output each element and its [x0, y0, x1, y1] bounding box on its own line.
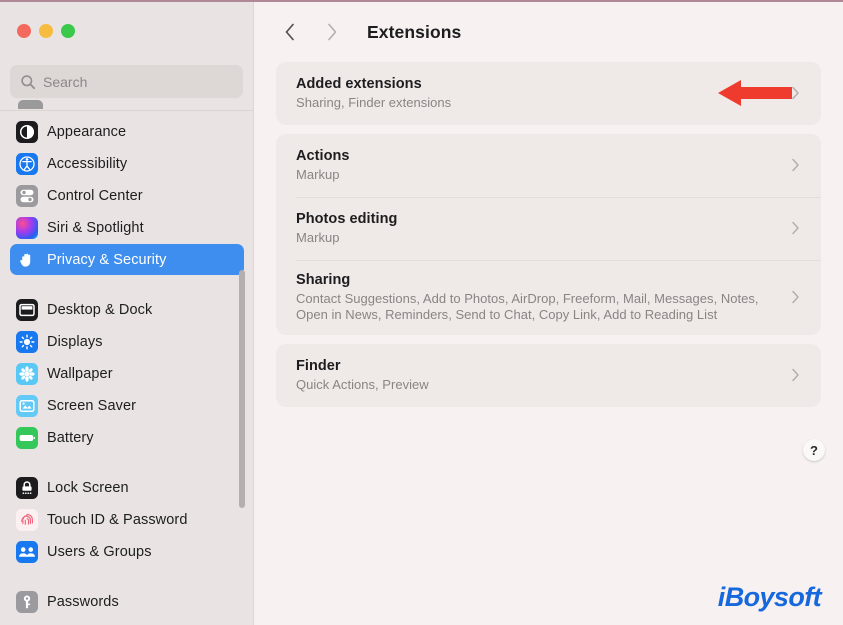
help-button[interactable]: ?: [803, 439, 825, 461]
sidebar-item-passwords[interactable]: Passwords: [10, 586, 244, 617]
row-actions[interactable]: Actions Markup: [276, 134, 821, 197]
sidebar-item-label: Privacy & Security: [47, 251, 167, 268]
row-subtitle: Markup: [296, 167, 340, 182]
row-texts: Sharing Contact Suggestions, Add to Phot…: [296, 271, 789, 323]
displays-icon: [16, 330, 38, 353]
page-title: Extensions: [367, 21, 462, 42]
privacy-icon: [16, 249, 38, 271]
appearance-icon: [16, 120, 38, 143]
row-texts: Finder Quick Actions, Preview: [296, 357, 789, 393]
sidebar-item-label: Wallpaper: [47, 365, 113, 382]
sidebar-nav-list: Appearance Accessibility Control Center …: [0, 111, 253, 617]
toolbar: Extensions: [254, 2, 843, 62]
sidebar-item-label: Appearance: [47, 123, 127, 140]
sidebar-item-label: Screen Saver: [47, 397, 137, 414]
sidebar-item-label: Users & Groups: [47, 543, 152, 560]
sidebar-item-screen-saver[interactable]: Screen Saver: [10, 390, 244, 421]
sidebar-item-privacy-security[interactable]: Privacy & Security: [10, 244, 244, 275]
close-button[interactable]: [17, 24, 31, 38]
sidebar-item-lock-screen[interactable]: Lock Screen: [10, 472, 244, 503]
control-center-icon: [16, 184, 38, 207]
search-icon: [21, 74, 36, 89]
wallpaper-icon: [16, 362, 38, 385]
passwords-icon: [16, 590, 38, 613]
chevron-right-icon[interactable]: [789, 86, 801, 100]
row-sharing[interactable]: Sharing Contact Suggestions, Add to Phot…: [276, 260, 821, 335]
sidebar-item-users-groups[interactable]: Users & Groups: [10, 536, 244, 567]
sidebar-item-displays[interactable]: Displays: [10, 326, 244, 357]
sidebar-item-control-center[interactable]: Control Center: [10, 180, 244, 211]
system-settings-window: Appearance Accessibility: [0, 0, 843, 625]
row-title: Photos editing: [296, 211, 398, 227]
settings-list: Added extensions Sharing, Finder extensi…: [254, 62, 843, 407]
sidebar-item-wallpaper[interactable]: Wallpaper: [10, 358, 244, 389]
users-groups-icon: [16, 540, 38, 563]
card-finder: Finder Quick Actions, Preview: [276, 344, 821, 407]
siri-icon: [16, 216, 38, 239]
sidebar-item-accessibility[interactable]: Accessibility: [10, 148, 244, 179]
chevron-left-icon: [285, 23, 294, 41]
window-controls: [17, 24, 75, 38]
main-content: Extensions Added extensions Sharing, Fin…: [254, 2, 843, 625]
row-added-extensions[interactable]: Added extensions Sharing, Finder extensi…: [276, 62, 821, 125]
sidebar-item-label: Displays: [47, 333, 103, 350]
sidebar-item-label: Siri & Spotlight: [47, 219, 144, 236]
row-subtitle: Sharing, Finder extensions: [296, 95, 452, 110]
row-texts: Photos editing Markup: [296, 210, 789, 246]
sidebar-item-siri-spotlight[interactable]: Siri & Spotlight: [10, 212, 244, 243]
sidebar-scrollbar[interactable]: [239, 270, 245, 508]
chevron-right-icon[interactable]: [789, 221, 801, 235]
minimize-button[interactable]: [39, 24, 53, 38]
chevron-right-icon[interactable]: [789, 368, 801, 382]
row-title: Finder: [296, 358, 341, 374]
row-title: Sharing: [296, 272, 351, 288]
screen-saver-icon: [16, 394, 38, 417]
sidebar-item-label: Passwords: [47, 593, 119, 610]
lock-screen-icon: [16, 476, 38, 499]
row-title: Actions: [296, 148, 350, 164]
help-icon: ?: [810, 442, 818, 458]
sidebar-item-label: Control Center: [47, 187, 143, 204]
sidebar-item-label: Battery: [47, 429, 94, 446]
touch-id-icon: [16, 508, 38, 531]
zoom-button[interactable]: [61, 24, 75, 38]
forward-button[interactable]: [318, 18, 346, 46]
desktop-dock-icon: [16, 298, 38, 321]
sidebar-item-battery[interactable]: Battery: [10, 422, 244, 453]
row-texts: Actions Markup: [296, 147, 789, 183]
search-field[interactable]: [10, 65, 243, 98]
sidebar-item-label: Desktop & Dock: [47, 301, 153, 318]
sidebar-item-desktop-dock[interactable]: Desktop & Dock: [10, 294, 244, 325]
row-subtitle: Markup: [296, 230, 340, 245]
sidebar-item-label: Accessibility: [47, 155, 128, 172]
row-photos-editing[interactable]: Photos editing Markup: [276, 197, 821, 260]
row-subtitle: Quick Actions, Preview: [296, 377, 429, 392]
battery-icon: [16, 426, 38, 449]
accessibility-icon: [16, 152, 38, 175]
chevron-right-icon[interactable]: [789, 290, 801, 304]
sidebar-item-touch-id-password[interactable]: Touch ID & Password: [10, 504, 244, 535]
search-input[interactable]: [43, 73, 233, 90]
chevron-right-icon[interactable]: [789, 158, 801, 172]
sidebar-scroll-area[interactable]: Appearance Accessibility Control Center …: [0, 111, 253, 625]
card-extension-categories: Actions Markup Photos editing Markup Sha…: [276, 134, 821, 335]
sidebar-item-label: Touch ID & Password: [47, 511, 188, 528]
watermark: iBoysoft: [717, 582, 822, 612]
sidebar-item-label: Lock Screen: [47, 479, 129, 496]
row-subtitle: Contact Suggestions, Add to Photos, AirD…: [296, 291, 759, 322]
row-texts: Added extensions Sharing, Finder extensi…: [296, 75, 789, 111]
back-button[interactable]: [276, 18, 304, 46]
card-added-extensions: Added extensions Sharing, Finder extensi…: [276, 62, 821, 125]
row-title: Added extensions: [296, 76, 422, 92]
sidebar-item-appearance[interactable]: Appearance: [10, 116, 244, 147]
chevron-right-icon: [328, 23, 337, 41]
row-finder[interactable]: Finder Quick Actions, Preview: [276, 344, 821, 407]
partial-scrolled-icon: [18, 100, 43, 109]
sidebar: Appearance Accessibility: [0, 2, 254, 625]
